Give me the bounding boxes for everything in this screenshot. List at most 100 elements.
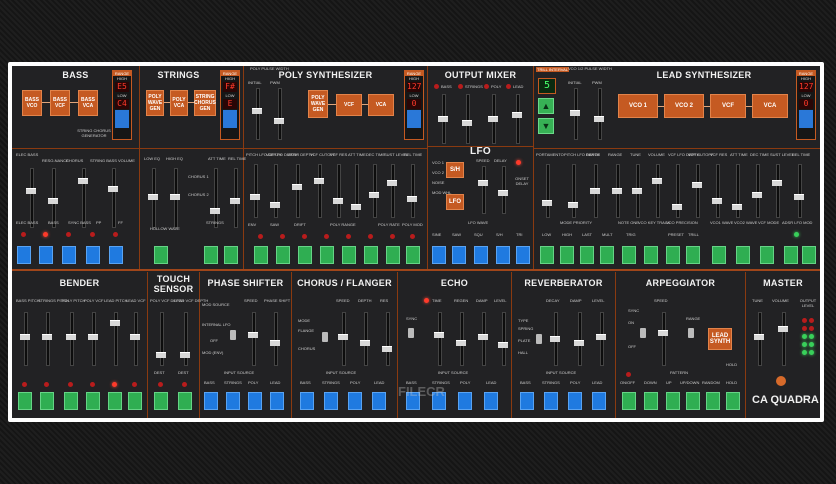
poly-saw-button[interactable] [276,246,290,264]
hollow-wave-button[interactable] [154,246,168,264]
lead-volume-fader[interactable] [649,164,665,218]
reverb-lead-button[interactable] [592,392,606,410]
strings-button-1[interactable] [204,246,218,264]
mixer-poly-fader[interactable] [485,94,501,144]
arp-updown-button[interactable] [686,392,700,410]
poly-range-button-3[interactable] [364,246,378,264]
strings-learn-button[interactable] [223,110,237,128]
arp-down-button[interactable] [644,392,658,410]
lead-vcf-lfo-fader[interactable] [669,164,685,218]
reverb-damp-fader[interactable] [571,312,587,366]
bass-learn-button[interactable] [115,110,129,128]
arp-sync-switch[interactable] [640,328,646,338]
reverb-strings-button[interactable] [544,392,558,410]
poly-rate-button[interactable] [386,246,400,264]
poly-initial-pw-fader[interactable] [249,88,265,140]
lfo-delay-fader[interactable] [495,166,511,214]
lead-pitch-lfo-fader[interactable] [565,164,581,218]
lead-range1-fader[interactable] [587,164,603,218]
poly-adsr-depth-fader[interactable] [289,164,305,218]
bass-wave-fader[interactable] [23,168,39,228]
lead-initial-pw-fader[interactable] [567,88,583,140]
lead-vcf-res-fader[interactable] [709,164,725,218]
trill-down-button[interactable]: ▼ [538,118,554,134]
poly-att-fader[interactable] [348,164,364,218]
poly-sust-fader[interactable] [384,164,400,218]
poly-mod-button[interactable] [406,246,420,264]
phaser-poly-button[interactable] [248,392,262,410]
bass-volume-fader[interactable] [105,168,121,228]
lead-portamento-fader[interactable] [539,164,555,218]
poly-rel-fader[interactable] [404,164,420,218]
lead-preset-button[interactable] [666,246,680,264]
lead-low-button[interactable] [540,246,554,264]
arp-speed-fader[interactable] [655,312,671,366]
poly-range-button-2[interactable] [342,246,356,264]
poly-range-button-1[interactable] [320,246,334,264]
reverb-level-fader[interactable] [593,312,609,366]
lead-tune-fader[interactable] [629,164,645,218]
echo-sync-switch[interactable] [408,328,414,338]
poly-drift-button[interactable] [298,246,312,264]
bass-resonance-fader[interactable] [45,168,61,228]
mixer-lead-fader[interactable] [509,94,525,144]
mod-source-switch[interactable] [230,330,236,340]
strings-high-eq-fader[interactable] [167,168,183,228]
mixer-bass-fader[interactable] [435,94,451,144]
lead-pwm-fader[interactable] [591,88,607,140]
strings-att-fader[interactable] [207,168,223,228]
chorus-mode-switch[interactable] [322,332,328,342]
lead-mult-button[interactable] [600,246,614,264]
master-tune-fader[interactable] [751,312,767,366]
elec-bass-button[interactable] [17,246,31,264]
strings-button-2[interactable] [224,246,238,264]
echo-poly-button[interactable] [458,392,472,410]
phaser-shift-fader[interactable] [267,312,283,366]
reverb-decay-fader[interactable] [547,312,563,366]
bender-lead-pitch-fader[interactable] [107,312,123,366]
bender-bass-pitch-fader[interactable] [17,312,33,366]
bender-bass-button[interactable] [18,392,32,410]
chorus-depth-fader[interactable] [357,312,373,366]
lfo-saw-button[interactable] [452,246,466,264]
phaser-speed-fader[interactable] [245,312,261,366]
strings-rel-fader[interactable] [227,168,243,228]
poly-vcf-cutoff-fader[interactable] [311,164,327,218]
lfo-sh-button[interactable] [496,246,510,264]
ff-button[interactable] [109,246,123,264]
touch-dest-button-2[interactable] [178,392,192,410]
lfo-sine-button[interactable] [432,246,446,264]
lead-adsr-lfo-button-1[interactable] [784,246,798,264]
mixer-strings-fader[interactable] [459,94,475,144]
lead-vco1-wave-button[interactable] [712,246,726,264]
bass-chorus-fader[interactable] [75,168,91,228]
reverb-bass-button[interactable] [520,392,534,410]
poly-vcf-lfo-fader[interactable] [267,164,283,218]
lead-high-button[interactable] [560,246,574,264]
phaser-bass-button[interactable] [204,392,218,410]
lead-att-fader[interactable] [729,164,745,218]
touch-poly-vcf-fader[interactable] [153,312,169,366]
chorus-strings-button[interactable] [324,392,338,410]
bender-strings-pitch-fader[interactable] [39,312,55,366]
echo-level-fader[interactable] [495,312,511,366]
chorus-res-fader[interactable] [379,312,395,366]
arp-hold-button[interactable] [726,392,740,410]
echo-damp-fader[interactable] [475,312,491,366]
pp-button[interactable] [86,246,100,264]
trill-up-button[interactable]: ▲ [538,98,554,114]
arp-random-button[interactable] [706,392,720,410]
chorus-speed-fader[interactable] [335,312,351,366]
lfo-squ-button[interactable] [474,246,488,264]
lead-vcf-cutoff-fader[interactable] [689,164,705,218]
reverb-poly-button[interactable] [568,392,582,410]
lead-adsr-lfo-button-2[interactable] [802,246,816,264]
poly-env-button[interactable] [254,246,268,264]
lead-trill-button[interactable] [686,246,700,264]
strings-low-eq-fader[interactable] [145,168,161,228]
lead-sust-fader[interactable] [769,164,785,218]
bender-poly-vcf-button[interactable] [86,392,100,410]
poly-learn-button[interactable] [407,110,421,128]
lead-vcf-mode-button[interactable] [760,246,774,264]
bender-poly-pitch-fader[interactable] [63,312,79,366]
